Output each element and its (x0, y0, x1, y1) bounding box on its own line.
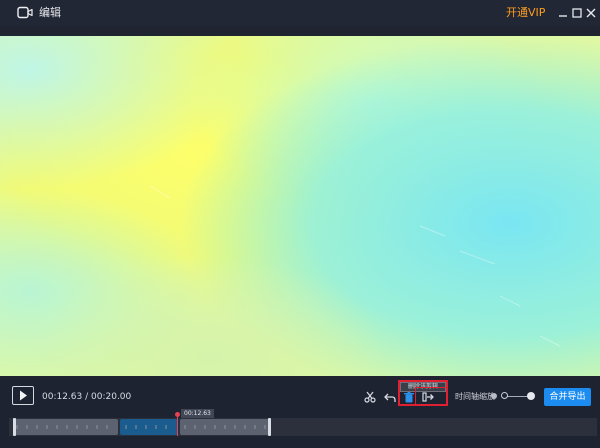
video-preview[interactable] (0, 36, 600, 376)
control-bar (0, 378, 600, 448)
timeline-ticks (16, 425, 266, 429)
playhead-marker[interactable] (175, 412, 180, 417)
undo-icon[interactable] (383, 390, 397, 404)
window-title: 编辑 (39, 6, 61, 19)
merge-export-button[interactable]: 合并导出 (544, 388, 591, 406)
video-camera-icon (17, 6, 33, 19)
clip-end-handle[interactable] (268, 418, 271, 436)
zoom-out-icon[interactable] (491, 393, 497, 399)
play-button[interactable] (12, 386, 34, 405)
minimize-icon[interactable] (556, 6, 570, 20)
zoom-slider-handle[interactable] (501, 392, 508, 399)
scissors-icon[interactable] (363, 390, 377, 404)
highlight-box-inner (415, 387, 447, 405)
zoom-in-icon[interactable] (527, 392, 535, 400)
preview-frame (0, 36, 600, 376)
playhead-time-label: 00:12.63 (181, 409, 214, 418)
clip-start-handle[interactable] (13, 418, 16, 436)
time-display: 00:12.63 / 00:20.00 (42, 392, 132, 402)
timeline-zoom-label: 时间轴缩放 (455, 392, 495, 401)
close-icon[interactable] (584, 6, 598, 20)
maximize-icon[interactable] (570, 6, 584, 20)
playhead[interactable] (177, 414, 178, 436)
open-vip-link[interactable]: 开通VIP (506, 6, 545, 19)
play-icon (20, 390, 27, 401)
